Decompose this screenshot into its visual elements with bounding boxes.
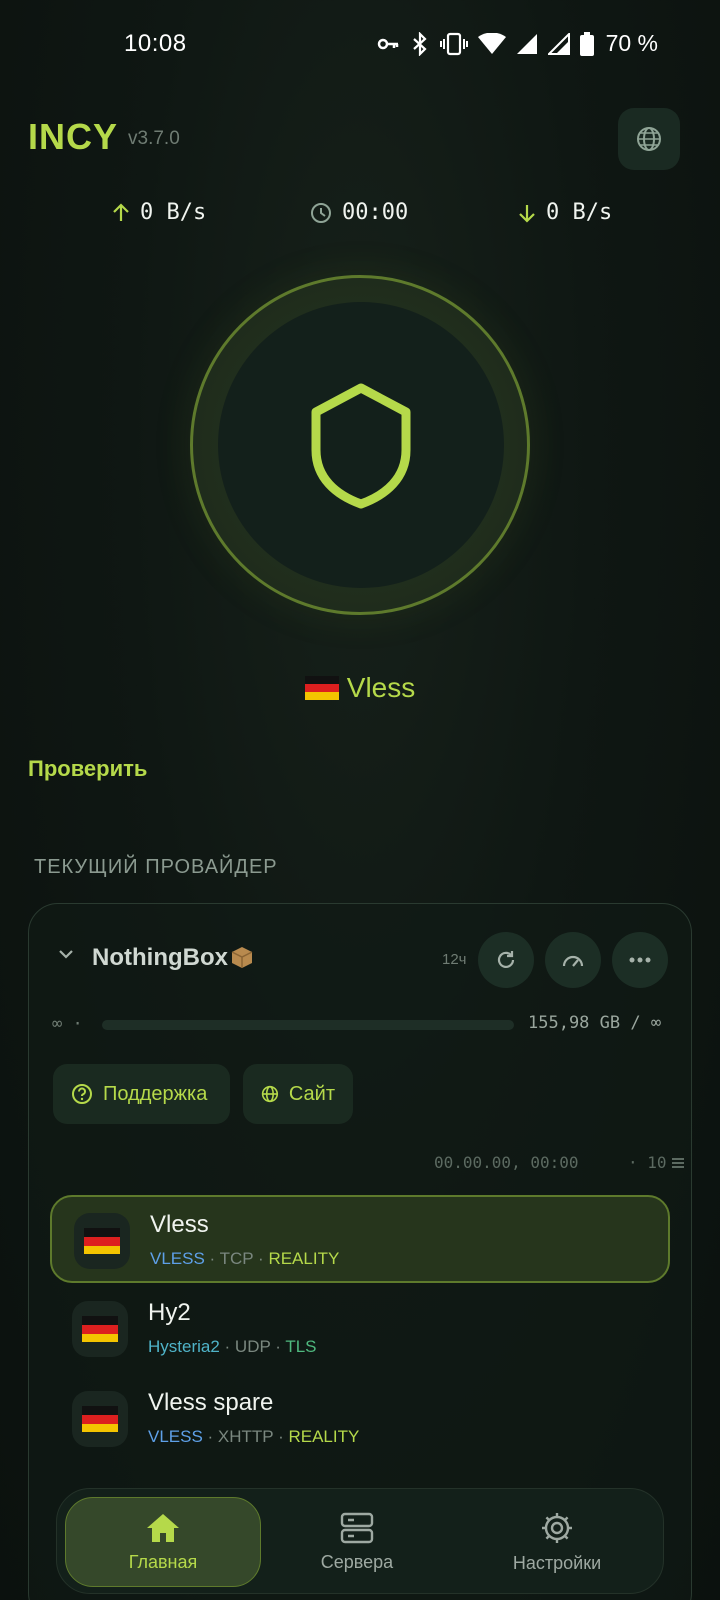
- nav-settings[interactable]: Настройки: [457, 1497, 657, 1587]
- server-item[interactable]: Vless spare VLESS · XHTTP · REALITY: [50, 1375, 670, 1463]
- arrow-up-icon: [113, 202, 129, 221]
- server-security: REALITY: [268, 1249, 340, 1268]
- germany-flag-icon: [304, 675, 339, 707]
- server-security: REALITY: [288, 1427, 360, 1446]
- battery-percent: 70 %: [605, 30, 658, 56]
- current-server: Vless: [0, 672, 720, 707]
- germany-flag-icon: [72, 1391, 128, 1447]
- section-label: ТЕКУЩИЙ ПРОВАЙДЕР: [34, 856, 278, 878]
- server-count: · 10: [628, 1153, 685, 1172]
- nav-home[interactable]: Главная: [65, 1497, 261, 1587]
- support-button[interactable]: Поддержка: [53, 1064, 230, 1124]
- wifi-icon: [477, 32, 506, 54]
- package-icon: [230, 946, 254, 968]
- globe-icon: [261, 1085, 279, 1103]
- germany-flag-icon: [74, 1213, 130, 1269]
- server-tags: VLESS · XHTTP · REALITY: [148, 1427, 360, 1446]
- gear-icon: [542, 1512, 572, 1543]
- server-item[interactable]: Hy2 Hysteria2 · UDP · TLS: [50, 1285, 670, 1373]
- nav-servers-label: Сервера: [320, 1551, 394, 1572]
- current-server-name: Vless: [346, 672, 416, 703]
- server-item[interactable]: Vless VLESS · TCP · REALITY: [50, 1195, 670, 1283]
- help-icon: [72, 1084, 92, 1104]
- nav-settings-label: Настройки: [512, 1552, 602, 1573]
- status-icons: 70 %: [376, 30, 658, 57]
- speedometer-icon: [562, 955, 584, 967]
- support-label: Поддержка: [103, 1082, 208, 1105]
- refresh-button[interactable]: [478, 932, 534, 988]
- check-button[interactable]: Проверить: [28, 756, 147, 782]
- status-time: 10:08: [124, 30, 187, 57]
- more-dots-icon: [629, 957, 651, 963]
- signal-2-icon: [547, 32, 570, 55]
- bottom-nav: Главная Сервера Настройки: [56, 1488, 664, 1594]
- server-protocol: VLESS: [148, 1427, 203, 1446]
- status-bar: 10:08 70 %: [0, 0, 720, 90]
- server-name: Vless spare: [148, 1389, 274, 1416]
- provider-name-text: NothingBox: [92, 944, 228, 971]
- updated-time: 00.00.00, 00:00: [434, 1153, 579, 1172]
- vpn-key-icon: [377, 38, 398, 49]
- server-transport: TCP: [219, 1249, 254, 1268]
- nav-servers[interactable]: Сервера: [277, 1497, 437, 1587]
- home-icon: [147, 1513, 179, 1542]
- vibrate-icon: [439, 32, 468, 55]
- usage-bar: [102, 1020, 514, 1030]
- nav-home-label: Главная: [128, 1551, 198, 1572]
- app-title: INCY: [28, 116, 119, 157]
- provider-age: 12ч: [442, 951, 467, 968]
- list-icon: [671, 1157, 684, 1168]
- upload-speed-value: 0 B/s: [140, 200, 207, 225]
- battery-icon: [579, 31, 594, 56]
- download-speed-value: 0 B/s: [546, 200, 613, 225]
- connect-button[interactable]: [218, 302, 504, 588]
- refresh-icon: [497, 951, 515, 968]
- server-tags: VLESS · TCP · REALITY: [150, 1249, 340, 1268]
- clock-icon: [311, 202, 331, 223]
- globe-icon: [637, 127, 661, 151]
- server-name: Hy2: [148, 1299, 191, 1326]
- server-security: TLS: [285, 1337, 317, 1356]
- server-stack-icon: [340, 1512, 374, 1543]
- arrow-down-icon: [519, 204, 535, 223]
- provider-name[interactable]: NothingBox: [92, 944, 254, 972]
- upload-speed: 0 B/s: [112, 200, 206, 225]
- speedtest-button[interactable]: [545, 932, 601, 988]
- signal-icon: [516, 33, 537, 54]
- bluetooth-icon: [412, 31, 427, 56]
- app-version: v3.7.0: [128, 128, 180, 149]
- server-transport: UDP: [234, 1337, 271, 1356]
- session-timer: 00:00: [310, 200, 408, 225]
- server-count-value: · 10: [628, 1153, 667, 1172]
- server-protocol: Hysteria2: [148, 1337, 220, 1356]
- session-timer-value: 00:00: [342, 200, 409, 225]
- chevron-down-icon[interactable]: [56, 944, 76, 969]
- site-label: Сайт: [288, 1082, 335, 1105]
- server-tags: Hysteria2 · UDP · TLS: [148, 1337, 317, 1356]
- germany-flag-icon: [72, 1301, 128, 1357]
- download-speed: 0 B/s: [518, 200, 612, 225]
- usage-limit: ∞ ·: [52, 1014, 83, 1034]
- site-button[interactable]: Сайт: [243, 1064, 353, 1124]
- server-transport: XHTTP: [217, 1427, 274, 1446]
- server-protocol: VLESS: [150, 1249, 205, 1268]
- more-button[interactable]: [612, 932, 668, 988]
- language-button[interactable]: [618, 108, 680, 170]
- server-name: Vless: [150, 1211, 209, 1238]
- shield-icon: [311, 383, 411, 509]
- usage-text: 155,98 GB / ∞: [528, 1013, 662, 1033]
